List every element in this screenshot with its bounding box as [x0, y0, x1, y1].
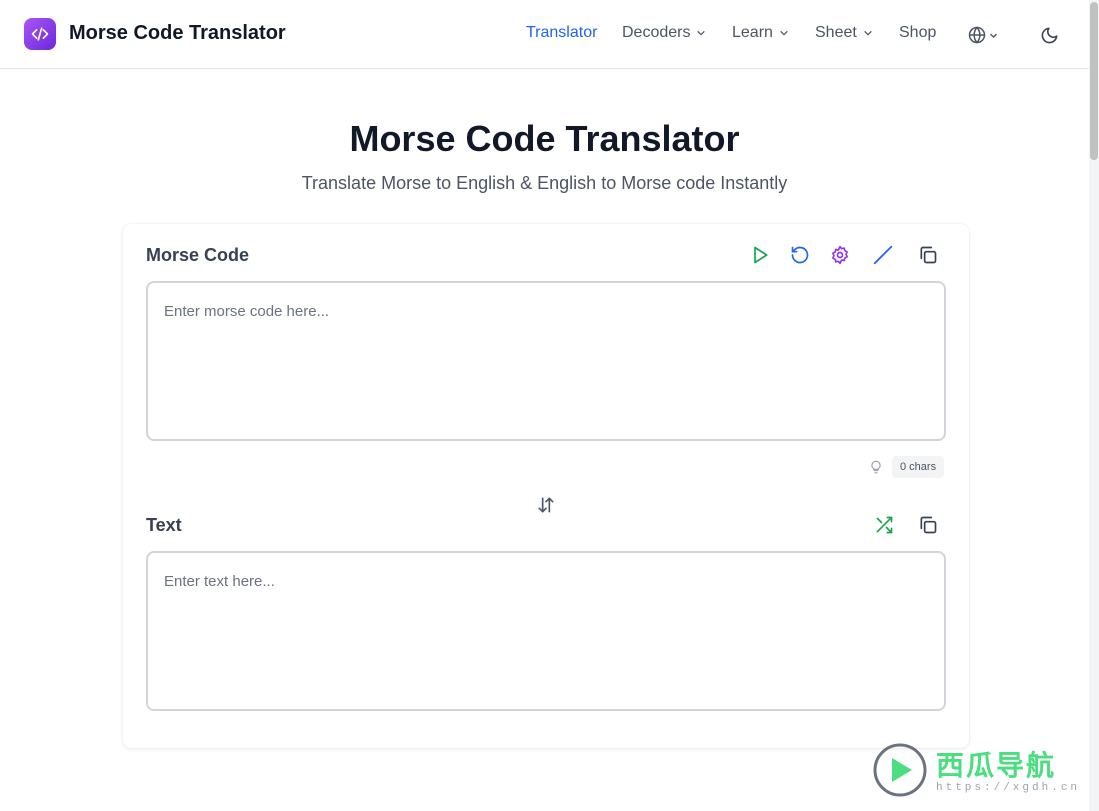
translator-card: Morse Code 0 chars [123, 224, 969, 748]
shuffle-icon [876, 516, 893, 534]
swap-button[interactable] [535, 494, 557, 516]
nav-learn-label: Learn [732, 24, 773, 41]
slash-button[interactable] [872, 244, 894, 266]
morse-label: Morse Code [146, 245, 250, 265]
language-selector[interactable] [966, 24, 1000, 46]
copy-text-button[interactable] [917, 514, 939, 536]
watermark-logo-icon [873, 743, 927, 797]
morse-input[interactable] [146, 281, 946, 441]
nav-translator[interactable]: Translator [526, 24, 597, 42]
logo-icon[interactable] [24, 18, 56, 50]
chevron-down-icon [990, 33, 997, 38]
nav-shop-label: Shop [899, 24, 937, 41]
watermark-title: 西瓜导航 [936, 750, 1057, 781]
copy-icon [920, 246, 937, 264]
top-navbar: Morse Code Translator Translator Decoder… [0, 0, 1089, 69]
nav-sheet[interactable]: Sheet [815, 24, 873, 42]
nav-decoders-label: Decoders [622, 24, 691, 41]
page-title: Morse Code Translator [349, 118, 740, 159]
nav-shop[interactable]: Shop [899, 24, 936, 42]
scrollbar-thumb[interactable] [1090, 2, 1098, 160]
reset-button[interactable] [789, 244, 811, 266]
shuffle-button[interactable] [873, 514, 895, 536]
brand-name[interactable]: Morse Code Translator [69, 22, 286, 45]
chevron-down-icon [697, 30, 706, 36]
nav-sheet-label: Sheet [815, 24, 857, 41]
chevron-down-icon [780, 30, 788, 36]
hint-button[interactable] [868, 458, 884, 476]
page-scrollbar[interactable] [1089, 0, 1099, 811]
reset-icon [791, 246, 809, 264]
nav-translator-label: Translator [526, 24, 598, 41]
settings-icon [832, 245, 848, 265]
text-label: Text [146, 515, 182, 535]
moon-icon [1041, 27, 1057, 43]
copy-morse-button[interactable] [917, 244, 939, 266]
globe-icon [968, 26, 986, 44]
play-icon [754, 246, 768, 264]
nav-learn[interactable]: Learn [732, 24, 789, 42]
chevron-down-icon [864, 30, 872, 36]
text-input[interactable] [146, 551, 946, 711]
dark-mode-toggle[interactable] [1038, 24, 1060, 46]
watermark-url: https://xgdh.cn [936, 782, 1081, 794]
char-count-badge: 0 chars [892, 456, 945, 478]
settings-button[interactable] [829, 244, 851, 266]
copy-icon [920, 516, 937, 534]
slash-icon [873, 245, 893, 265]
watermark: 西瓜导航 https://xgdh.cn [872, 742, 1082, 802]
lightbulb-icon [871, 460, 881, 474]
nav-decoders[interactable]: Decoders [622, 24, 706, 42]
swap-vertical-icon [538, 497, 554, 513]
play-button[interactable] [749, 244, 771, 266]
page-subtitle: Translate Morse to English & English to … [301, 173, 788, 193]
